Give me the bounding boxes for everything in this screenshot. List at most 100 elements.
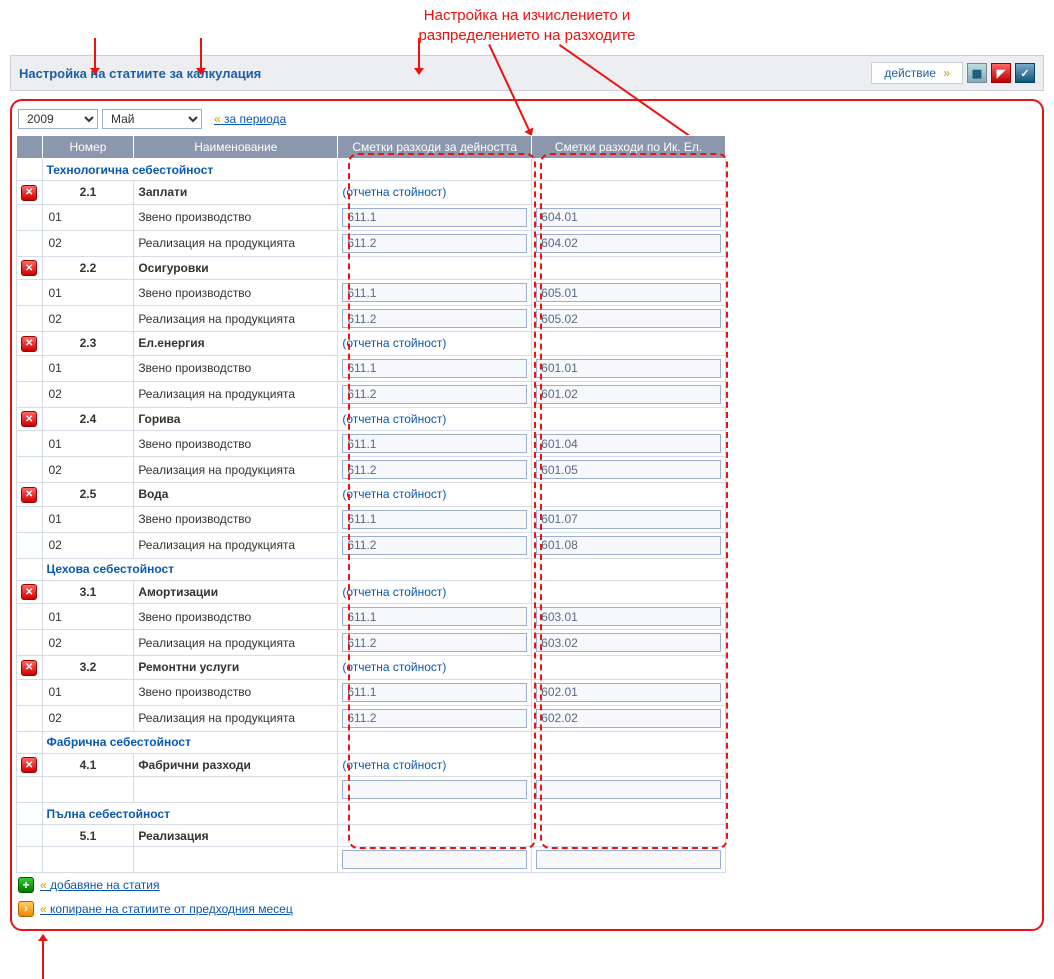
account-activity-input[interactable]	[342, 607, 527, 626]
account-activity-input[interactable]	[342, 683, 527, 702]
report-value-link[interactable]: (отчетна стойност)	[342, 185, 446, 199]
item-header-row: ✕2.3Ел.енергия(отчетна стойност)	[17, 332, 726, 356]
account-activity-input[interactable]	[342, 460, 527, 479]
item-name: Амортизации	[134, 580, 338, 604]
delete-icon[interactable]: ✕	[21, 757, 37, 773]
table-row	[17, 847, 726, 873]
account-econ-input[interactable]	[536, 850, 721, 869]
annotation-arrow-month	[200, 38, 202, 74]
col-header-number: Номер	[42, 136, 134, 159]
account-econ-input[interactable]	[536, 460, 721, 479]
year-select[interactable]: 2009	[18, 109, 98, 129]
table-header-row: Номер Наименование Сметки разходи за дей…	[17, 136, 726, 159]
row-name: Реализация на продукцията	[134, 381, 338, 407]
item-number: 5.1	[42, 825, 134, 847]
row-number: 01	[42, 506, 134, 532]
account-activity-input[interactable]	[342, 359, 527, 378]
add-icon[interactable]: +	[18, 877, 34, 893]
table-row: 02Реализация на продукцията	[17, 230, 726, 256]
page-title: Настройка на статиите за калкулация	[19, 66, 261, 81]
delete-icon[interactable]: ✕	[21, 185, 37, 201]
row-name: Реализация на продукцията	[134, 630, 338, 656]
account-activity-input[interactable]	[342, 385, 527, 404]
delete-icon[interactable]: ✕	[21, 260, 37, 276]
add-article-link[interactable]: « добавяне на статия	[40, 878, 159, 892]
copy-articles-link[interactable]: « копиране на статиите от предходния мес…	[40, 902, 293, 916]
account-econ-input[interactable]	[536, 283, 721, 302]
account-activity-input[interactable]	[342, 208, 527, 227]
account-activity-input[interactable]	[342, 850, 527, 869]
item-header-row: ✕2.1Заплати(отчетна стойност)	[17, 181, 726, 205]
account-activity-input[interactable]	[342, 709, 527, 728]
account-activity-input[interactable]	[342, 633, 527, 652]
report-value-link[interactable]: (отчетна стойност)	[342, 660, 446, 674]
item-number: 2.5	[42, 483, 134, 507]
account-econ-input[interactable]	[536, 309, 721, 328]
account-activity-input[interactable]	[342, 780, 527, 799]
col-header-econ: Сметки разходи по Ик. Ел.	[532, 136, 726, 159]
account-econ-input[interactable]	[536, 385, 721, 404]
item-name: Вода	[134, 483, 338, 507]
report-value-link[interactable]: (отчетна стойност)	[342, 412, 446, 426]
annotation-title: Настройка на изчислението и разпределени…	[10, 6, 1044, 45]
account-econ-input[interactable]	[536, 510, 721, 529]
report-value-link[interactable]: (отчетна стойност)	[342, 487, 446, 501]
row-name: Звено производство	[134, 506, 338, 532]
item-number: 2.2	[42, 256, 134, 280]
delete-icon[interactable]: ✕	[21, 584, 37, 600]
confirm-icon[interactable]: ✓	[1015, 63, 1035, 83]
delete-icon[interactable]: ✕	[21, 411, 37, 427]
period-link[interactable]: « за периода	[214, 112, 286, 126]
grid-icon[interactable]: ▦	[967, 63, 987, 83]
month-select[interactable]: Май	[102, 109, 202, 129]
delete-icon[interactable]: ✕	[21, 336, 37, 352]
page-header: Настройка на статиите за калкулация дейс…	[10, 55, 1044, 91]
row-name: Звено производство	[134, 604, 338, 630]
table-row: 02Реализация на продукцията	[17, 630, 726, 656]
account-activity-input[interactable]	[342, 283, 527, 302]
row-number: 02	[42, 306, 134, 332]
row-number: 02	[42, 381, 134, 407]
account-econ-input[interactable]	[536, 780, 721, 799]
deny-icon[interactable]: ◤	[991, 63, 1011, 83]
section-row: Цехова себестойност	[17, 558, 726, 580]
account-econ-input[interactable]	[536, 633, 721, 652]
account-activity-input[interactable]	[342, 510, 527, 529]
item-name: Осигуровки	[134, 256, 338, 280]
item-name: Заплати	[134, 181, 338, 205]
account-econ-input[interactable]	[536, 709, 721, 728]
footer-add-row: + « добавяне на статия	[16, 873, 1038, 897]
row-number	[42, 847, 134, 873]
row-name: Звено производство	[134, 280, 338, 306]
item-header-row: ✕4.1Фабрични разходи(отчетна стойност)	[17, 753, 726, 777]
account-econ-input[interactable]	[536, 536, 721, 555]
calc-table: Номер Наименование Сметки разходи за дей…	[16, 135, 726, 873]
report-value-link[interactable]: (отчетна стойност)	[342, 758, 446, 772]
account-activity-input[interactable]	[342, 434, 527, 453]
row-name: Звено производство	[134, 679, 338, 705]
row-name: Звено производство	[134, 431, 338, 457]
table-row: 02Реализация на продукцията	[17, 705, 726, 731]
account-activity-input[interactable]	[342, 234, 527, 253]
item-number: 4.1	[42, 753, 134, 777]
account-econ-input[interactable]	[536, 434, 721, 453]
account-activity-input[interactable]	[342, 309, 527, 328]
delete-icon[interactable]: ✕	[21, 487, 37, 503]
account-econ-input[interactable]	[536, 683, 721, 702]
account-econ-input[interactable]	[536, 208, 721, 227]
item-name: Реализация	[134, 825, 338, 847]
delete-icon[interactable]: ✕	[21, 660, 37, 676]
row-number: 02	[42, 630, 134, 656]
action-button[interactable]: действие »	[871, 62, 963, 84]
copy-icon[interactable]: ›	[18, 901, 34, 917]
table-row: 01Звено производство	[17, 431, 726, 457]
account-activity-input[interactable]	[342, 536, 527, 555]
account-econ-input[interactable]	[536, 607, 721, 626]
report-value-link[interactable]: (отчетна стойност)	[342, 336, 446, 350]
row-number: 02	[42, 705, 134, 731]
row-number: 02	[42, 457, 134, 483]
row-name: Реализация на продукцията	[134, 532, 338, 558]
account-econ-input[interactable]	[536, 234, 721, 253]
account-econ-input[interactable]	[536, 359, 721, 378]
report-value-link[interactable]: (отчетна стойност)	[342, 585, 446, 599]
